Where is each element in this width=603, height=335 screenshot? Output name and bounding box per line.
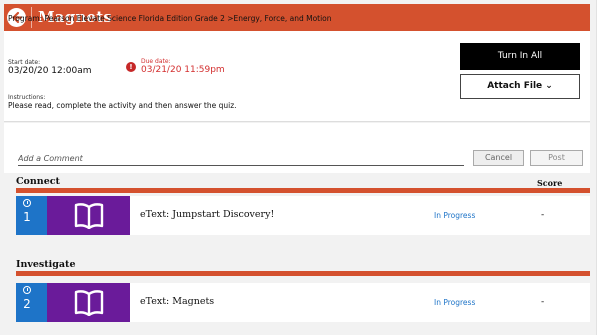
instructions-text: Please read, complete the activity and t… [8, 101, 237, 110]
item-thumbnail [47, 196, 130, 235]
item-status: In Progress [434, 298, 476, 307]
due-date-label: Due date: [141, 58, 171, 65]
section-divider-bar [16, 188, 590, 193]
start-date-label: Start date: [8, 59, 41, 66]
assignment-page: Magnets Program: Pearson Elevate Science… [0, 0, 596, 335]
item-number-tile: 1 [16, 196, 47, 235]
instructions-label: Instructions: [8, 94, 46, 101]
item-title-link[interactable]: eText: Magnets [140, 296, 214, 307]
item-number-tile: 2 [16, 283, 47, 322]
comment-input[interactable] [18, 151, 464, 166]
due-date-value: 03/21/20 11:59pm [141, 65, 225, 75]
attach-file-button[interactable]: Attach File ⌄ [460, 74, 580, 99]
list-item[interactable]: 2 eText: Magnets In Progress - [16, 283, 590, 322]
post-button[interactable]: Post [530, 150, 583, 166]
item-status: In Progress [434, 211, 476, 220]
item-title-link[interactable]: eText: Jumpstart Discovery! [140, 209, 274, 220]
book-icon [74, 203, 104, 229]
alert-icon: ! [126, 62, 136, 72]
program-breadcrumb: Program: Pearson Elevate Science Florida… [8, 14, 332, 23]
clock-icon [23, 199, 31, 207]
clock-icon [23, 286, 31, 294]
item-number: 2 [23, 297, 31, 311]
score-column-header: Score [537, 178, 563, 188]
turn-in-all-button[interactable]: Turn In All [460, 43, 580, 70]
section-heading-connect: Connect [16, 176, 60, 187]
section-divider-bar [16, 271, 590, 276]
item-thumbnail [47, 283, 130, 322]
item-score: - [541, 210, 545, 220]
cancel-button[interactable]: Cancel [473, 150, 524, 166]
list-item[interactable]: 1 eText: Jumpstart Discovery! In Progres… [16, 196, 590, 235]
start-date-value: 03/20/20 12:00am [8, 66, 92, 76]
item-score: - [541, 297, 545, 307]
section-heading-investigate: Investigate [16, 259, 76, 270]
book-icon [74, 290, 104, 316]
item-number: 1 [23, 210, 31, 224]
scrollbar[interactable] [596, 0, 603, 335]
